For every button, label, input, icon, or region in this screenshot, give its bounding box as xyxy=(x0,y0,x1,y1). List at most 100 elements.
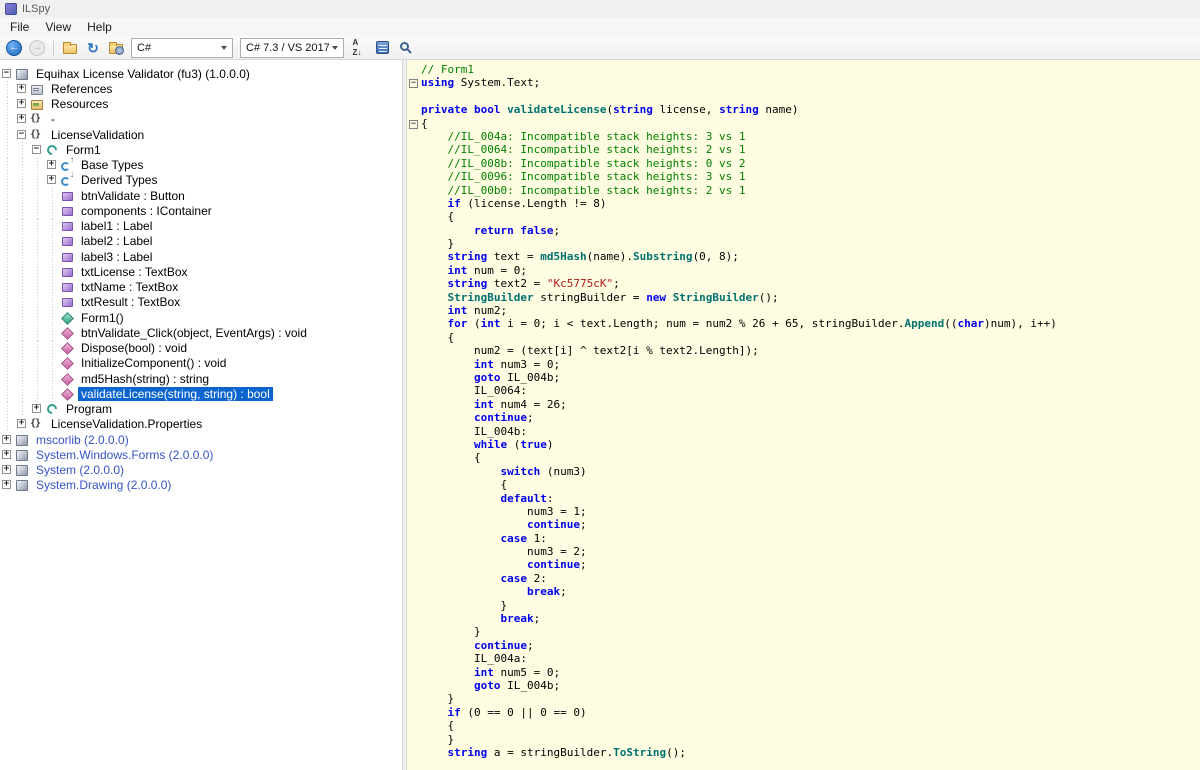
fold-toggle-icon[interactable]: − xyxy=(409,120,418,129)
code-line: case 1: xyxy=(409,532,1200,545)
code-line: num3 = 1; xyxy=(409,505,1200,518)
tree-indent-guide xyxy=(30,295,45,310)
code-line: StringBuilder stringBuilder = new String… xyxy=(409,291,1200,304)
menu-view[interactable]: View xyxy=(37,19,79,35)
tree-indent-guide xyxy=(0,417,15,432)
open-file-button[interactable] xyxy=(60,38,80,58)
toolbar: C# C# 7.3 / VS 2017 xyxy=(0,36,1200,60)
collapse-toggle-icon[interactable]: − xyxy=(2,69,11,78)
tree-item[interactable]: +Resources xyxy=(0,97,402,112)
tree-item[interactable]: label3 : Label xyxy=(0,249,402,264)
expand-toggle-icon[interactable]: + xyxy=(17,84,26,93)
collapse-toggle-icon[interactable]: − xyxy=(32,145,41,154)
tree-item[interactable]: − Equihax License Validator (fu3) (1.0.0.… xyxy=(0,66,402,81)
code-line: if (0 == 0 || 0 == 0) xyxy=(409,706,1200,719)
tree-indent-guide xyxy=(0,219,15,234)
tree-indent-guide xyxy=(15,219,30,234)
tree-indent-guide xyxy=(0,188,15,203)
code-line: continue; xyxy=(409,558,1200,571)
menu-help[interactable]: Help xyxy=(79,19,120,35)
tree-item[interactable]: components : IContainer xyxy=(0,203,402,218)
assembly-icon xyxy=(15,448,29,462)
forward-button[interactable] xyxy=(27,38,47,58)
tree-item[interactable]: +LicenseValidation.Properties xyxy=(0,417,402,432)
expand-toggle-icon[interactable]: + xyxy=(17,419,26,428)
tree-expander-slot: + xyxy=(0,463,15,478)
tree-indent-guide xyxy=(30,356,45,371)
code-view[interactable]: // Form1−using System.Text; private bool… xyxy=(407,60,1200,770)
tree-indent-guide xyxy=(0,173,15,188)
tree-item[interactable]: +System.Drawing (2.0.0.0) xyxy=(0,478,402,493)
tree-item[interactable]: −Form1 xyxy=(0,142,402,157)
tree-item[interactable]: Dispose(bool) : void xyxy=(0,341,402,356)
tree-item[interactable]: label2 : Label xyxy=(0,234,402,249)
expand-toggle-icon[interactable]: + xyxy=(47,160,56,169)
code-line: if (license.Length != 8) xyxy=(409,197,1200,210)
menu-file[interactable]: File xyxy=(2,19,37,35)
tree-item-label: Equihax License Validator (fu3) (1.0.0.0… xyxy=(33,67,253,81)
tree-item-label: System.Windows.Forms (2.0.0.0) xyxy=(33,448,216,462)
field-icon xyxy=(60,219,74,233)
tree-item[interactable]: btnValidate : Button xyxy=(0,188,402,203)
tree-item[interactable]: txtName : TextBox xyxy=(0,280,402,295)
tree-item[interactable]: txtLicense : TextBox xyxy=(0,264,402,279)
expand-toggle-icon[interactable]: + xyxy=(2,465,11,474)
collapse-toggle-icon[interactable]: − xyxy=(17,130,26,139)
code-line: int num5 = 0; xyxy=(409,666,1200,679)
tree-item[interactable]: +Derived Types xyxy=(0,173,402,188)
tree-item[interactable]: +Program xyxy=(0,402,402,417)
sort-assemblies-button[interactable] xyxy=(349,38,369,58)
tree-indent-guide xyxy=(15,234,30,249)
tree-item-label: btnValidate : Button xyxy=(78,189,188,203)
search-button[interactable] xyxy=(395,38,415,58)
tree-item[interactable]: + System.Windows.Forms (2.0.0.0) xyxy=(0,447,402,462)
tree-expander-slot xyxy=(45,341,60,356)
references-icon xyxy=(30,82,44,96)
tree-item[interactable]: btnValidate_Click(object, EventArgs) : v… xyxy=(0,325,402,340)
tree-item[interactable]: Form1() xyxy=(0,310,402,325)
sort-az-icon xyxy=(352,40,367,55)
tree-item[interactable]: txtResult : TextBox xyxy=(0,295,402,310)
back-button[interactable] xyxy=(4,38,24,58)
tree-item[interactable]: md5Hash(string) : string xyxy=(0,371,402,386)
tree-item[interactable]: +mscorlib (2.0.0.0) xyxy=(0,432,402,447)
expand-toggle-icon[interactable]: + xyxy=(2,480,11,489)
open-folder-icon xyxy=(63,44,77,54)
code-line: IL_0064: xyxy=(409,384,1200,397)
title-bar: ILSpy xyxy=(0,0,1200,18)
tree-item[interactable]: +Base Types xyxy=(0,158,402,173)
code-line: int num3 = 0; xyxy=(409,358,1200,371)
reload-button[interactable] xyxy=(83,38,103,58)
assembly-icon xyxy=(15,463,29,477)
code-line: int num2; xyxy=(409,304,1200,317)
assembly-tree[interactable]: − Equihax License Validator (fu3) (1.0.0.… xyxy=(0,60,402,770)
code-line: } xyxy=(409,625,1200,638)
open-gac-button[interactable] xyxy=(106,38,126,58)
expand-toggle-icon[interactable]: + xyxy=(32,404,41,413)
assembly-list-button[interactable] xyxy=(372,38,392,58)
language-version-select[interactable]: C# 7.3 / VS 2017 xyxy=(240,38,344,58)
tree-expander-slot: + xyxy=(15,97,30,112)
tree-item[interactable]: InitializeComponent() : void xyxy=(0,356,402,371)
fold-toggle-icon[interactable]: − xyxy=(409,79,418,88)
tree-item[interactable]: label1 : Label xyxy=(0,219,402,234)
tree-item[interactable]: +References xyxy=(0,81,402,96)
tree-item[interactable]: validateLicense(string, string) : bool xyxy=(0,386,402,401)
language-select[interactable]: C# xyxy=(131,38,233,58)
tree-item[interactable]: −LicenseValidation xyxy=(0,127,402,142)
expand-toggle-icon[interactable]: + xyxy=(2,435,11,444)
expand-toggle-icon[interactable]: + xyxy=(47,175,56,184)
tree-item-label: btnValidate_Click(object, EventArgs) : v… xyxy=(78,326,310,340)
code-line: { xyxy=(409,719,1200,732)
expand-toggle-icon[interactable]: + xyxy=(17,99,26,108)
expand-toggle-icon[interactable]: + xyxy=(2,450,11,459)
tree-indent-guide xyxy=(15,203,30,218)
tree-item-label: components : IContainer xyxy=(78,204,215,218)
expand-toggle-icon[interactable]: + xyxy=(17,114,26,123)
tree-item[interactable]: +- xyxy=(0,112,402,127)
code-line: { xyxy=(409,331,1200,344)
tree-indent-guide xyxy=(30,234,45,249)
tree-item[interactable]: +System (2.0.0.0) xyxy=(0,463,402,478)
code-line: // Form1 xyxy=(409,63,1200,76)
tree-indent-guide xyxy=(30,158,45,173)
